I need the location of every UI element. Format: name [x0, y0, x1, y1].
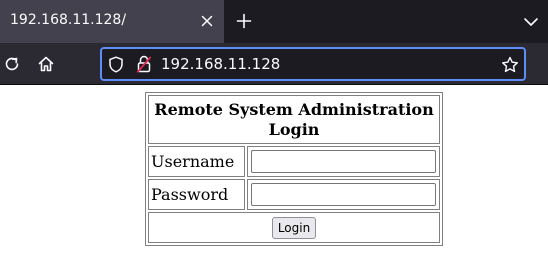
username-input[interactable]: [251, 150, 436, 173]
tab-bar: 192.168.11.128/: [0, 0, 548, 43]
login-table: Remote System Administration Login Usern…: [145, 92, 443, 246]
star-icon[interactable]: [501, 56, 519, 74]
password-label: Password: [148, 179, 245, 210]
username-label: Username: [148, 146, 245, 177]
close-icon[interactable]: [199, 13, 215, 29]
chevron-down-icon[interactable]: [523, 14, 539, 30]
reload-icon[interactable]: [3, 55, 21, 73]
lock-insecure-icon[interactable]: [137, 55, 151, 73]
home-icon[interactable]: [37, 55, 55, 73]
navigation-bar: 192.168.11.128: [0, 43, 548, 85]
shield-icon[interactable]: [108, 56, 124, 73]
browser-tab[interactable]: 192.168.11.128/: [0, 0, 224, 43]
login-button[interactable]: Login: [271, 217, 317, 239]
tab-title: 192.168.11.128/: [10, 12, 127, 28]
plus-icon[interactable]: [236, 13, 252, 29]
url-text[interactable]: 192.168.11.128: [161, 55, 280, 73]
url-bar[interactable]: 192.168.11.128: [100, 47, 526, 81]
password-input[interactable]: [251, 183, 436, 206]
login-heading: Remote System Administration Login: [148, 95, 440, 144]
